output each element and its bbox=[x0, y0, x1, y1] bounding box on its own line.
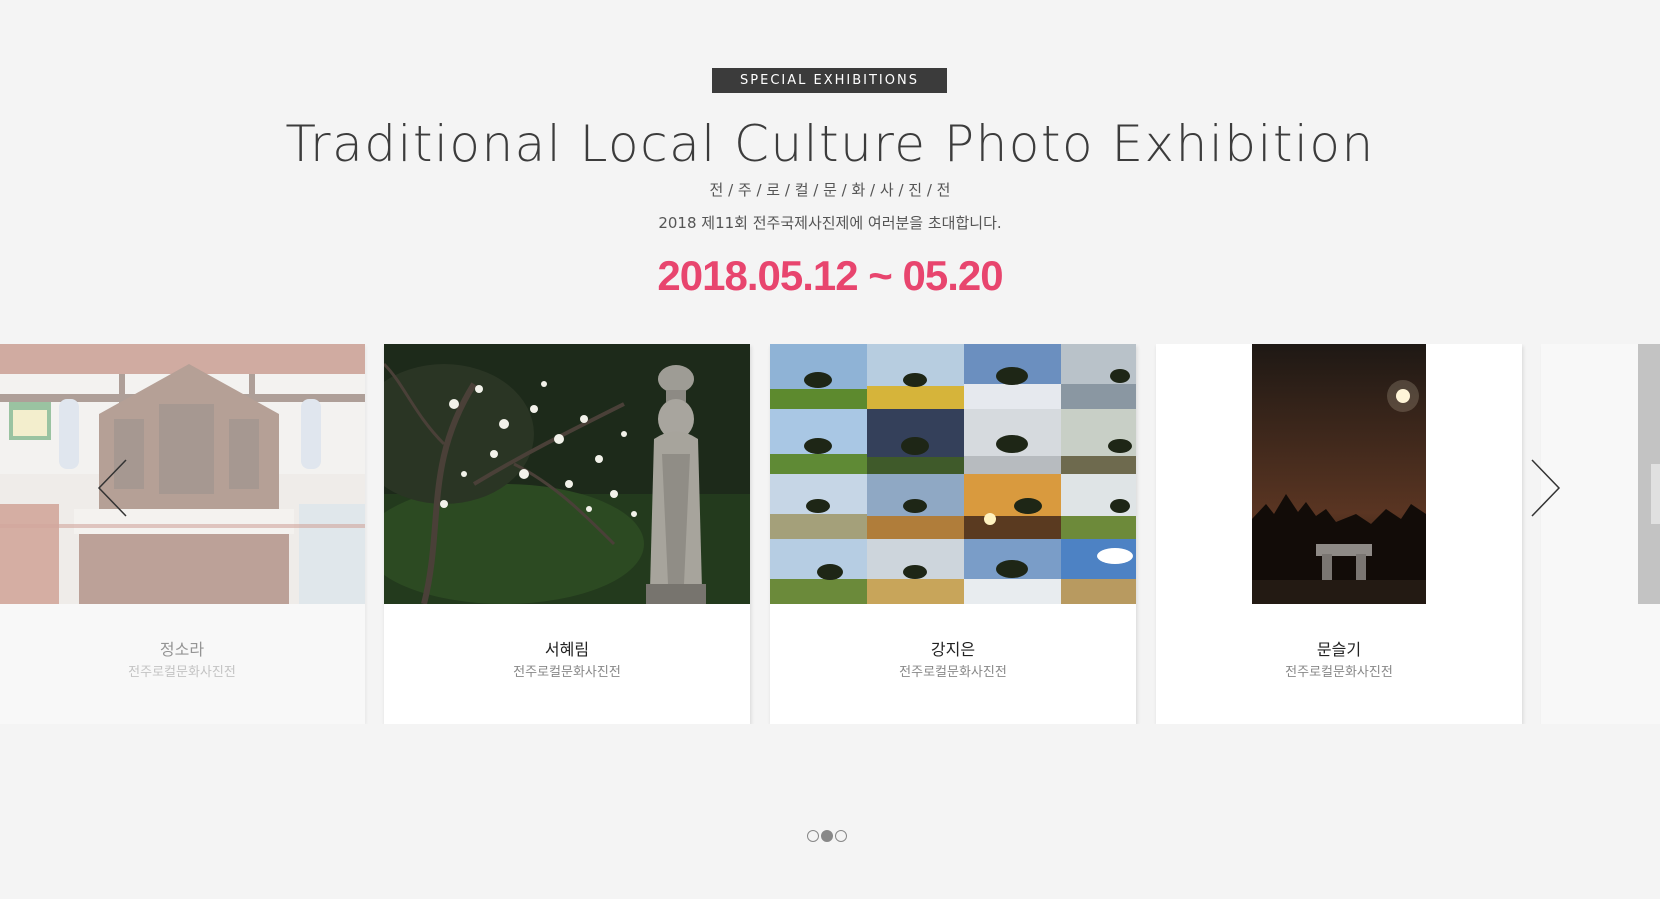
korean-subtitle: 전 / 주 / 로 / 컬 / 문 / 화 / 사 / 진 / 전 bbox=[709, 181, 951, 199]
pagination-dot-3[interactable] bbox=[835, 830, 847, 842]
carousel-card[interactable]: 문슬기 전주로컬문화사진전 bbox=[1156, 344, 1522, 724]
photographer-name: 문슬기 bbox=[1316, 640, 1362, 659]
tree-grid-photo bbox=[770, 344, 1136, 604]
exhibition-label: 전주로컬문화사진전 bbox=[128, 665, 236, 680]
page-title: Traditional Local Culture Photo Exhibiti… bbox=[285, 115, 1375, 173]
photographer-name: 정소라 bbox=[159, 640, 205, 659]
section-badge: SPECIAL EXHIBITIONS bbox=[712, 68, 947, 93]
invitation-text: 2018 제11회 전주국제사진제에 여러분을 초대합니다. bbox=[658, 214, 1002, 232]
carousel-card[interactable]: 서혜림 전주로컬문화사진전 bbox=[384, 344, 750, 724]
photographer-name: 서혜림 bbox=[544, 640, 590, 659]
church-altar-photo bbox=[0, 344, 365, 604]
buddha-statue-photo bbox=[384, 344, 750, 604]
carousel-card[interactable]: 강지은 전주로컬문화사진전 bbox=[770, 344, 1136, 724]
exhibition-label: 전주로컬문화사진전 bbox=[513, 665, 621, 680]
exhibition-label: 전주로컬문화사진전 bbox=[899, 665, 1007, 680]
exhibition-label: 전주로컬문화사진전 bbox=[1285, 665, 1393, 680]
photographer-name: 강지은 bbox=[930, 640, 976, 659]
pagination-dot-1[interactable] bbox=[807, 830, 819, 842]
carousel-pagination bbox=[807, 830, 847, 842]
exhibition-dates: 2018.05.12 ~ 05.20 bbox=[657, 252, 1003, 299]
dolmen-night-photo bbox=[1156, 344, 1522, 604]
photo-carousel: 정소라 전주로컬문화사진전 서혜림 전주로컬문화사진전 강지은 전주로컬문화사진… bbox=[0, 344, 1660, 724]
carousel-prev-button[interactable] bbox=[96, 458, 130, 518]
carousel-card[interactable] bbox=[1541, 344, 1660, 724]
chevron-right-icon bbox=[1531, 459, 1561, 517]
chevron-left-icon bbox=[97, 459, 127, 517]
carousel-card[interactable]: 정소라 전주로컬문화사진전 bbox=[0, 344, 365, 724]
carousel-next-button[interactable] bbox=[1528, 458, 1562, 518]
pagination-dot-2[interactable] bbox=[821, 830, 833, 842]
